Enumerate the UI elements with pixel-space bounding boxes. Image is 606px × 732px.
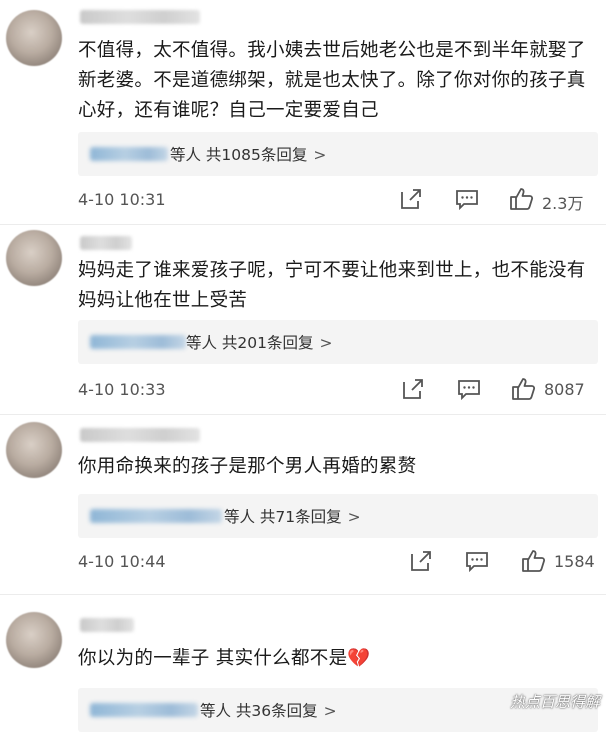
divider bbox=[0, 224, 606, 225]
share-icon[interactable] bbox=[400, 376, 426, 402]
like-count: 1584 bbox=[554, 552, 595, 571]
comment-time: 4-10 10:33 bbox=[78, 380, 166, 399]
chevron-right-icon: > bbox=[347, 508, 361, 526]
divider bbox=[0, 414, 606, 415]
avatar[interactable] bbox=[6, 612, 62, 668]
avatar[interactable] bbox=[6, 230, 62, 286]
comment-meta: 4-10 10:31 2.3万 bbox=[78, 186, 598, 216]
avatar[interactable] bbox=[6, 10, 62, 66]
avatar[interactable] bbox=[6, 422, 62, 478]
share-icon[interactable] bbox=[398, 186, 424, 212]
username-blurred[interactable] bbox=[80, 428, 200, 442]
reply-summary[interactable]: 等人 共71条回复 > bbox=[78, 494, 598, 538]
thumbs-up-icon[interactable] bbox=[520, 548, 546, 574]
comment-time: 4-10 10:31 bbox=[78, 190, 166, 209]
comment-text: 不值得，太不值得。我小姨去世后她老公也是不到半年就娶了新老婆。不是道德绑架，就是… bbox=[78, 40, 586, 121]
reply-summary[interactable]: 等人 共1085条回复 > bbox=[78, 132, 598, 176]
share-icon[interactable] bbox=[408, 548, 434, 574]
comment-text: 你以为的一辈子 其实什么都不是💔 bbox=[78, 644, 598, 674]
comment-icon[interactable] bbox=[464, 548, 490, 574]
username-blurred[interactable] bbox=[80, 236, 132, 250]
reply-summary-label: 等人 共71条回复 bbox=[224, 508, 342, 526]
broken-heart-emoji: 💔 bbox=[347, 648, 371, 669]
reply-summary-label: 等人 共1085条回复 bbox=[170, 146, 308, 164]
comment-text-body: 你以为的一辈子 其实什么都不是 bbox=[78, 648, 348, 669]
comment-icon[interactable] bbox=[456, 376, 482, 402]
reply-summary-label: 等人 共201条回复 bbox=[186, 334, 314, 352]
username-blurred[interactable] bbox=[80, 618, 134, 632]
comment-icon[interactable] bbox=[454, 186, 480, 212]
watermark: 热点百思得解 bbox=[509, 693, 600, 711]
reply-summary[interactable]: 等人 共201条回复 > bbox=[78, 320, 598, 364]
username-blurred[interactable] bbox=[80, 10, 200, 24]
chevron-right-icon: > bbox=[319, 334, 333, 352]
thumbs-up-icon[interactable] bbox=[510, 376, 536, 402]
comment-text: 你用命换来的孩子是那个男人再婚的累赘 bbox=[78, 456, 417, 477]
chevron-right-icon: > bbox=[313, 146, 327, 164]
comment-meta: 4-10 10:33 8087 bbox=[78, 376, 598, 406]
thumbs-up-icon[interactable] bbox=[508, 186, 534, 212]
comment-text: 妈妈走了谁来爱孩子呢，宁可不要让他来到世上，也不能没有妈妈让他在世上受苦 bbox=[78, 260, 586, 311]
reply-summary-label: 等人 共36条回复 bbox=[200, 702, 318, 720]
like-count: 8087 bbox=[544, 380, 585, 399]
chevron-right-icon: > bbox=[323, 702, 337, 720]
comment-meta: 4-10 10:44 1584 bbox=[78, 548, 598, 578]
like-count: 2.3万 bbox=[542, 194, 584, 213]
comment-time: 4-10 10:44 bbox=[78, 552, 166, 571]
divider bbox=[0, 594, 606, 595]
